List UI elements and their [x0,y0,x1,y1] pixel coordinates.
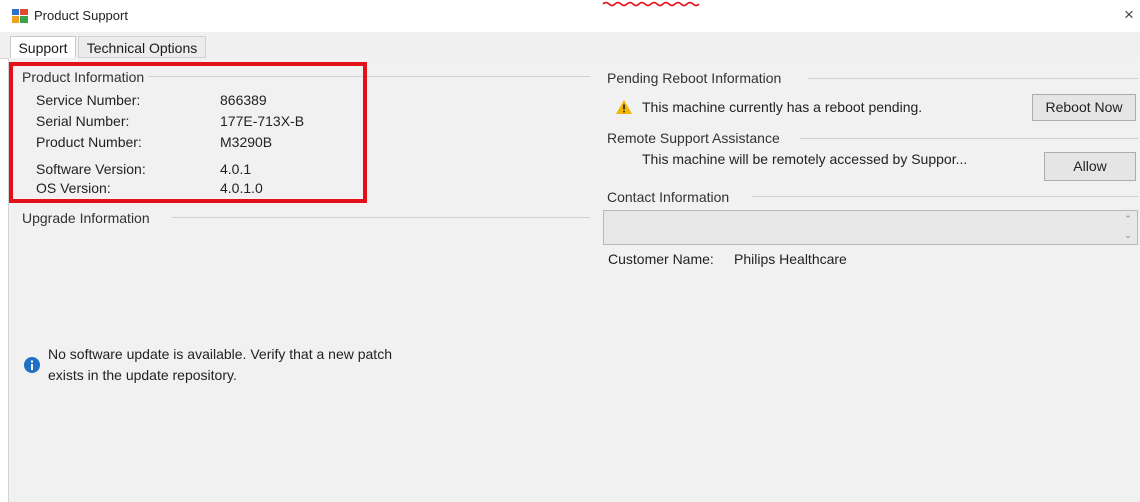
contact-info-textbox[interactable] [603,210,1138,245]
allow-button[interactable]: Allow [1044,152,1136,181]
pending-reboot-title: Pending Reboot Information [603,70,786,86]
upgrade-message-line1: No software update is available. Verify … [48,346,392,362]
title-decoration [602,1,700,7]
close-button[interactable]: × [1120,5,1138,25]
contact-info-divider [752,196,1138,197]
upgrade-info-divider [172,217,590,218]
remote-support-message: This machine will be remotely accessed b… [642,151,968,167]
product-info-highlight-box [9,62,367,203]
scroll-up-arrow[interactable]: ⌃ [1122,214,1134,225]
customer-name-label: Customer Name: [608,251,714,267]
window-title: Product Support [34,8,128,23]
tab-technical-options[interactable]: Technical Options [78,36,206,58]
remote-support-divider [800,138,1138,139]
tab-support[interactable]: Support [10,36,76,58]
remote-support-title: Remote Support Assistance [603,130,784,146]
contact-info-title: Contact Information [603,189,734,205]
scroll-down-arrow[interactable]: ⌄ [1122,230,1134,241]
pending-reboot-divider [808,78,1138,79]
product-support-app-icon [12,9,28,23]
upgrade-info-title: Upgrade Information [18,210,154,226]
pending-reboot-message: This machine currently has a reboot pend… [642,99,923,115]
info-icon [24,357,40,373]
upgrade-message-line2: exists in the update repository. [48,367,237,383]
customer-name-value: Philips Healthcare [734,251,847,267]
reboot-now-button[interactable]: Reboot Now [1032,94,1136,121]
warning-icon [616,100,632,114]
